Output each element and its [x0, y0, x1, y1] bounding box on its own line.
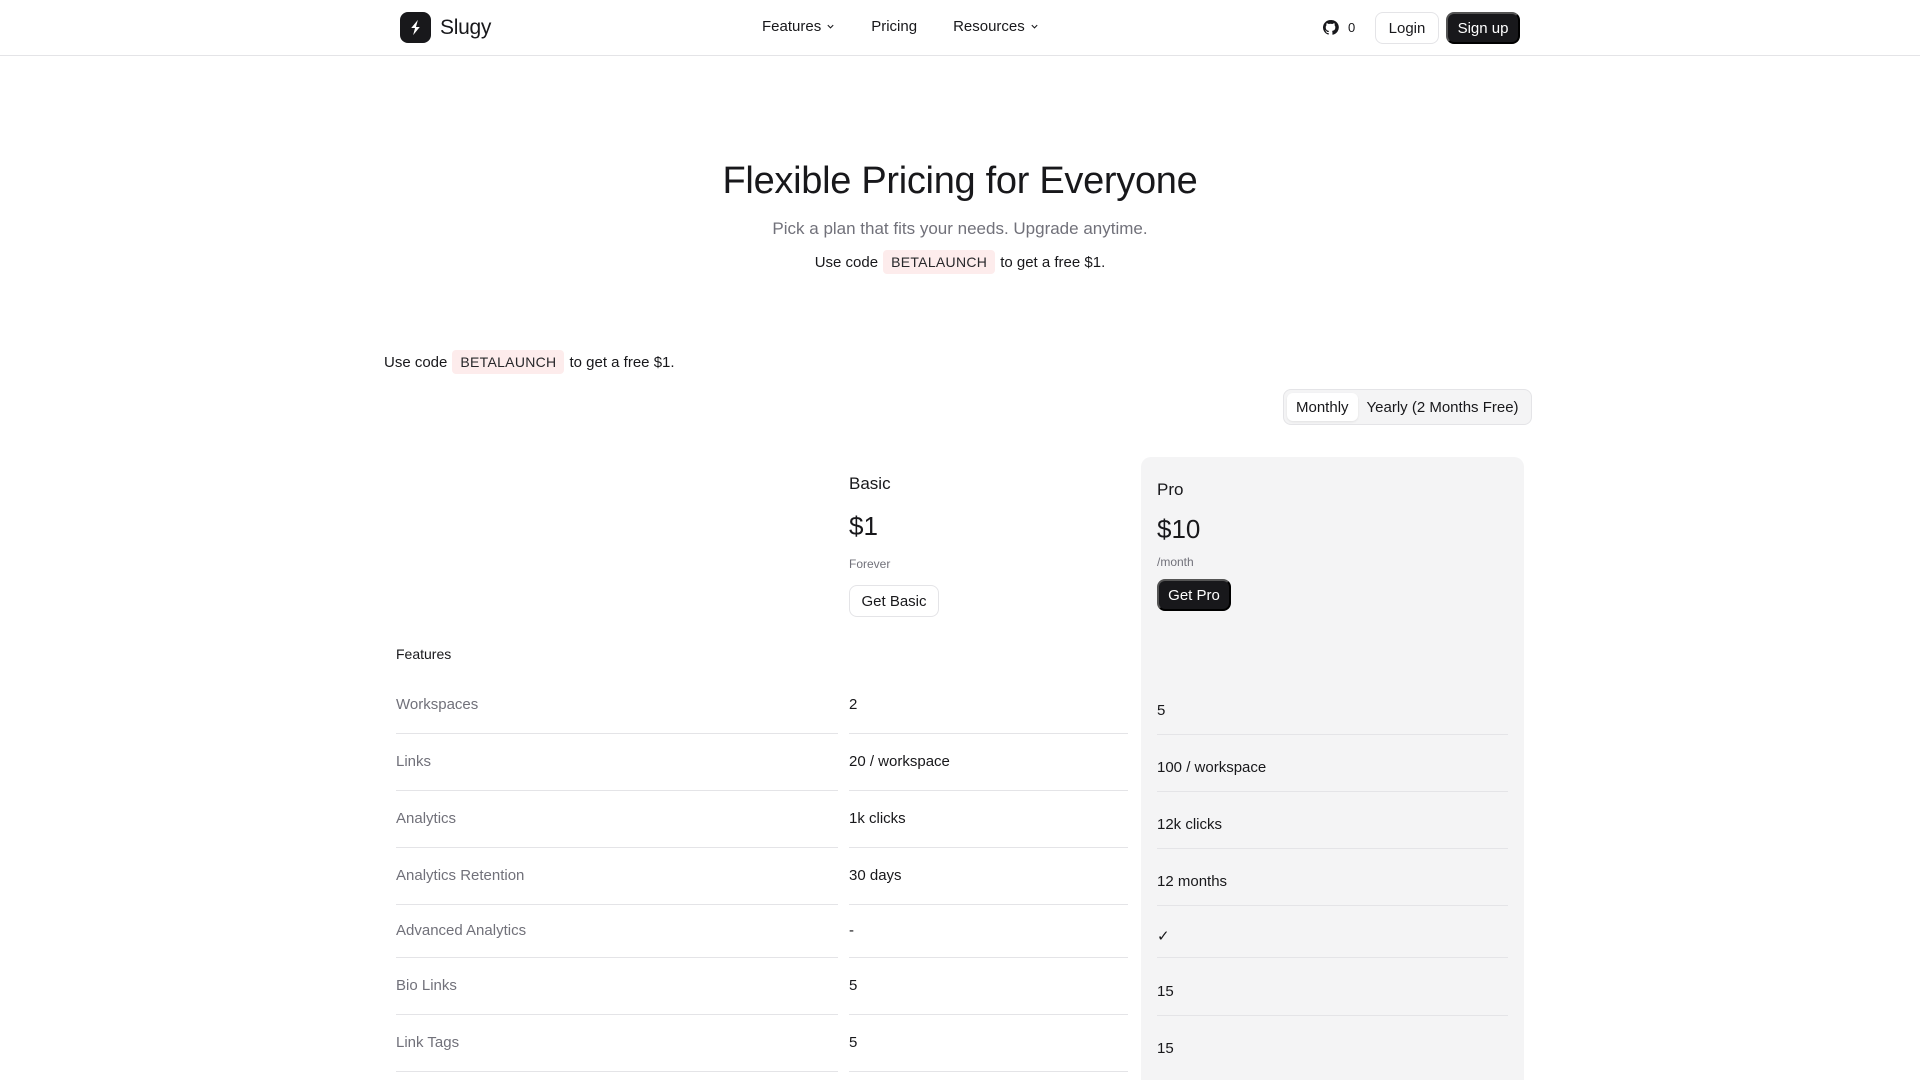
feature-label: Link Tags — [396, 1034, 460, 1051]
promo-code: BETALAUNCH — [452, 350, 565, 374]
chevron-down-icon — [827, 24, 834, 29]
row-divider — [396, 790, 838, 791]
feature-pro-value: 15 — [1157, 983, 1174, 1000]
plan-period-basic: Forever — [849, 557, 891, 571]
feature-basic-value: - — [849, 922, 854, 939]
plan-price-basic: $1 — [849, 511, 878, 541]
promo-banner-hero: Use code BETALAUNCH to get a free $1. — [0, 250, 1920, 274]
feature-pro-value: 5 — [1157, 702, 1166, 719]
row-divider — [1157, 791, 1508, 792]
feature-label: Analytics Retention — [396, 867, 525, 884]
toggle-yearly[interactable]: Yearly (2 Months Free) — [1358, 393, 1528, 421]
row-divider — [849, 957, 1128, 958]
nav-pricing[interactable]: Pricing — [871, 18, 917, 35]
promo-prefix: Use code — [384, 353, 448, 371]
feature-pro-value: 12 months — [1157, 873, 1228, 890]
slugy-logo-icon — [400, 12, 431, 43]
feature-pro-value: 100 / workspace — [1157, 759, 1267, 776]
get-basic-button[interactable]: Get Basic — [849, 585, 939, 617]
github-star-count: 0 — [1348, 20, 1356, 35]
signup-button[interactable]: Sign up — [1446, 12, 1520, 44]
plan-name-pro: Pro — [1157, 480, 1184, 499]
features-heading: Features — [396, 646, 452, 662]
page-title: Flexible Pricing for Everyone — [722, 160, 1198, 202]
feature-basic-value: 5 — [849, 1034, 858, 1051]
chevron-down-icon — [1031, 24, 1038, 29]
main-nav: Features Pricing Resources — [762, 18, 1039, 35]
billing-period-toggle: Monthly Yearly (2 Months Free) — [1283, 389, 1532, 425]
brand-logo[interactable]: Slugy — [400, 12, 491, 43]
feature-label: Links — [396, 753, 432, 770]
brand-name: Slugy — [440, 15, 492, 39]
row-divider — [396, 733, 838, 734]
checkmark-icon: ✓ — [1157, 928, 1170, 945]
nav-features[interactable]: Features — [762, 18, 835, 35]
nav-resources[interactable]: Resources — [953, 18, 1039, 35]
feature-pro-value: 12k clicks — [1157, 816, 1223, 833]
row-divider — [849, 847, 1128, 848]
row-divider — [849, 790, 1128, 791]
row-divider — [1157, 957, 1508, 958]
row-divider — [849, 1014, 1128, 1015]
row-divider — [396, 904, 838, 905]
row-divider — [396, 1014, 838, 1015]
feature-label: Workspaces — [396, 696, 479, 713]
promo-suffix: to get a free $1. — [569, 353, 675, 371]
feature-pro-value: 15 — [1157, 1040, 1174, 1057]
nav-features-label: Features — [762, 18, 822, 35]
promo-banner-pricing: Use code BETALAUNCH to get a free $1. — [384, 350, 675, 374]
plan-name-basic: Basic — [849, 474, 891, 493]
site-header: Slugy Features Pricing Resources 0 Login… — [0, 0, 1920, 56]
page-subtitle: Pick a plan that fits your needs. Upgrad… — [772, 219, 1148, 238]
row-divider — [849, 733, 1128, 734]
feature-label: Advanced Analytics — [396, 922, 527, 939]
row-divider — [1157, 848, 1508, 849]
promo-prefix: Use code — [814, 253, 879, 271]
login-button[interactable]: Login — [1375, 12, 1439, 44]
feature-basic-value: 20 / workspace — [849, 753, 950, 770]
get-pro-button[interactable]: Get Pro — [1157, 579, 1231, 611]
toggle-monthly[interactable]: Monthly — [1287, 393, 1358, 421]
nav-resources-label: Resources — [953, 18, 1025, 35]
promo-code: BETALAUNCH — [883, 250, 996, 274]
row-divider — [849, 1071, 1128, 1072]
nav-pricing-label: Pricing — [871, 18, 918, 35]
plan-period-pro: /month — [1157, 555, 1194, 569]
feature-label: Analytics — [396, 810, 457, 827]
feature-basic-value: 2 — [849, 696, 858, 713]
feature-label: Bio Links — [396, 977, 457, 994]
promo-suffix: to get a free $1. — [1000, 253, 1106, 271]
row-divider — [1157, 1015, 1508, 1016]
feature-basic-value: 1k clicks — [849, 810, 906, 827]
row-divider — [1157, 734, 1508, 735]
plan-price-pro: $10 — [1157, 514, 1201, 544]
row-divider — [1157, 905, 1508, 906]
github-stars-link[interactable]: 0 — [1322, 19, 1355, 36]
github-icon — [1322, 20, 1339, 35]
feature-basic-value: 30 days — [849, 867, 902, 884]
row-divider — [396, 1071, 838, 1072]
row-divider — [849, 904, 1128, 905]
row-divider — [396, 847, 838, 848]
feature-basic-value: 5 — [849, 977, 858, 994]
row-divider — [396, 957, 838, 958]
